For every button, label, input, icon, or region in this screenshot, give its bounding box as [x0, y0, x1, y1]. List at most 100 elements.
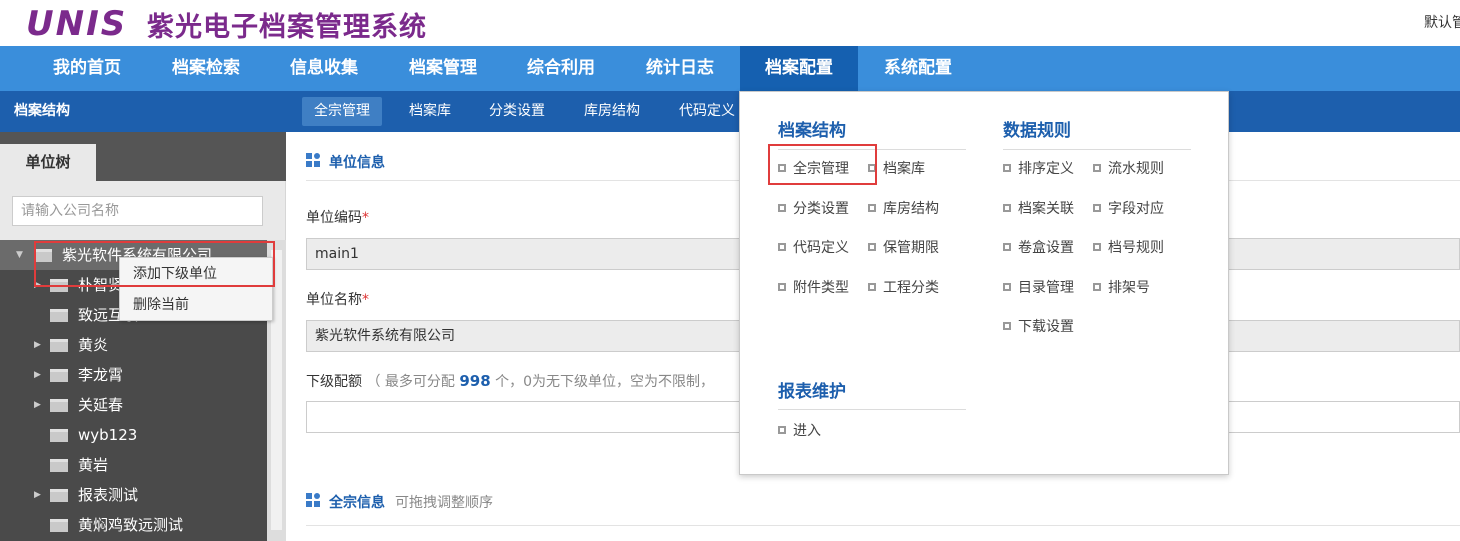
dd-sort-definition[interactable]: 排序定义: [1003, 159, 1074, 179]
bullet-square-icon: [868, 283, 876, 291]
tree-node[interactable]: ▶ 黄炎: [34, 330, 264, 360]
unis-logo: UNIS: [26, 4, 128, 44]
folder-icon: [50, 399, 68, 412]
subnav-archive-library[interactable]: 档案库: [397, 97, 463, 126]
data-rules-heading: 数据规则: [1003, 121, 1071, 141]
tree-node[interactable]: ▶ 报表测试: [34, 480, 264, 510]
tree-node-label: 李龙霄: [78, 366, 124, 384]
expand-arrow-icon[interactable]: ▶: [34, 270, 46, 300]
bullet-square-icon: [1003, 322, 1011, 330]
folder-icon: [50, 519, 68, 532]
dd-all-fonds[interactable]: 全宗管理: [778, 159, 849, 179]
dd-box-settings[interactable]: 卷盒设置: [1003, 238, 1074, 258]
folder-icon: [50, 459, 68, 472]
folder-icon: [34, 249, 52, 262]
archive-config-dropdown: 档案结构 全宗管理 档案库 分类设置 库房结构 代码定义 保管期限 附件类型 工…: [739, 91, 1229, 475]
nav-archive-config[interactable]: 档案配置: [740, 46, 858, 91]
dd-project-category[interactable]: 工程分类: [868, 278, 939, 298]
bullet-square-icon: [868, 243, 876, 251]
dd-download-settings[interactable]: 下载设置: [1003, 317, 1074, 337]
dd-enter[interactable]: 进入: [778, 421, 821, 441]
tree-node-label: wyb123: [78, 426, 138, 444]
collapse-arrow-icon[interactable]: ▼: [16, 240, 28, 270]
app-header: UNIS 紫光电子档案管理系统 默认管: [0, 0, 1460, 46]
bullet-square-icon: [778, 283, 786, 291]
archive-structure-heading: 档案结构: [778, 121, 846, 141]
bullet-square-icon: [778, 204, 786, 212]
subnav-all-fonds[interactable]: 全宗管理: [302, 97, 382, 126]
sidebar-tabbar: 单位树: [0, 132, 286, 181]
dd-retention-period[interactable]: 保管期限: [868, 238, 939, 258]
dd-archive-number-rule[interactable]: 档号规则: [1093, 238, 1164, 258]
expand-arrow-icon[interactable]: ▶: [34, 390, 46, 420]
all-info-subtitle: 可拖拽调整顺序: [395, 495, 493, 511]
dd-field-mapping[interactable]: 字段对应: [1093, 199, 1164, 219]
bullet-square-icon: [868, 164, 876, 172]
bullet-square-icon: [1093, 243, 1101, 251]
subnav-code-definition[interactable]: 代码定义: [667, 97, 747, 126]
tree-node[interactable]: 黄岩: [34, 450, 264, 480]
tree-node[interactable]: wyb123: [34, 420, 264, 450]
folder-icon: [50, 309, 68, 322]
tab-unit-tree[interactable]: 单位树: [0, 144, 96, 181]
company-search-input[interactable]: [12, 196, 263, 226]
tree-node[interactable]: ▶ 李龙霄: [34, 360, 264, 390]
quota-label: 下级配额 （ 最多可分配 998 个，0为无下级单位，空为不限制，: [306, 372, 715, 390]
tree-node-label: 关延春: [78, 396, 124, 414]
dd-shelf-number[interactable]: 排架号: [1093, 278, 1150, 298]
add-sub-unit-menu-item[interactable]: 添加下级单位: [120, 259, 272, 289]
bullet-square-icon: [868, 204, 876, 212]
dd-storage-structure[interactable]: 库房结构: [868, 199, 939, 219]
bullet-square-icon: [1093, 204, 1101, 212]
folder-icon: [50, 429, 68, 442]
folder-icon: [50, 489, 68, 502]
tree-node-label: 黄炎: [78, 336, 109, 354]
main-nav: 我的首页 档案检索 信息收集 档案管理 综合利用 统计日志 档案配置 系统配置: [0, 46, 1460, 91]
subnav-category-settings[interactable]: 分类设置: [477, 97, 557, 126]
delete-current-menu-item[interactable]: 删除当前: [120, 290, 272, 320]
bullet-square-icon: [1003, 164, 1011, 172]
bullet-square-icon: [778, 243, 786, 251]
nav-comprehensive-use[interactable]: 综合利用: [506, 46, 616, 91]
dd-catalog-manage[interactable]: 目录管理: [1003, 278, 1074, 298]
subnav-storage-structure[interactable]: 库房结构: [572, 97, 652, 126]
nav-archive-manage[interactable]: 档案管理: [388, 46, 498, 91]
user-name[interactable]: 默认管: [1424, 12, 1460, 32]
nav-archive-search[interactable]: 档案检索: [151, 46, 261, 91]
dd-code-definition[interactable]: 代码定义: [778, 238, 849, 258]
section-divider: [306, 525, 1460, 526]
dd-category-settings[interactable]: 分类设置: [778, 199, 849, 219]
dd-attachment-type[interactable]: 附件类型: [778, 278, 849, 298]
folder-icon: [50, 369, 68, 382]
tree-node-label: 黄岩: [78, 456, 109, 474]
dd-serial-rule[interactable]: 流水规则: [1093, 159, 1164, 179]
nav-info-collect[interactable]: 信息收集: [269, 46, 379, 91]
bullet-square-icon: [1003, 204, 1011, 212]
dd-archive-library[interactable]: 档案库: [868, 159, 925, 179]
context-menu: 添加下级单位 删除当前: [119, 257, 273, 321]
heading-rule: [778, 149, 966, 150]
expand-arrow-icon[interactable]: ▶: [34, 360, 46, 390]
dd-archive-link[interactable]: 档案关联: [1003, 199, 1074, 219]
folder-icon: [50, 339, 68, 352]
tree-node-label: 朴智贤: [78, 276, 124, 294]
expand-arrow-icon[interactable]: ▶: [34, 330, 46, 360]
app-title: 紫光电子档案管理系统: [147, 12, 427, 43]
tree-node[interactable]: 黄焖鸡致远测试: [34, 510, 264, 540]
nav-system-config[interactable]: 系统配置: [863, 46, 973, 91]
grid-icon: [306, 153, 320, 167]
nav-home[interactable]: 我的首页: [32, 46, 142, 91]
heading-rule: [778, 409, 966, 410]
unit-name-label: 单位名称*: [306, 292, 369, 308]
bullet-square-icon: [1003, 283, 1011, 291]
nav-stat-log[interactable]: 统计日志: [625, 46, 735, 91]
bullet-square-icon: [1093, 164, 1101, 172]
grid-icon: [306, 493, 320, 507]
unit-code-label: 单位编码*: [306, 210, 369, 226]
sub-nav: 档案结构 全宗管理 档案库 分类设置 库房结构 代码定义: [0, 91, 1460, 132]
tree-node[interactable]: ▶ 关延春: [34, 390, 264, 420]
bullet-square-icon: [778, 164, 786, 172]
expand-arrow-icon[interactable]: ▶: [34, 480, 46, 510]
folder-icon: [50, 279, 68, 292]
bullet-square-icon: [778, 426, 786, 434]
